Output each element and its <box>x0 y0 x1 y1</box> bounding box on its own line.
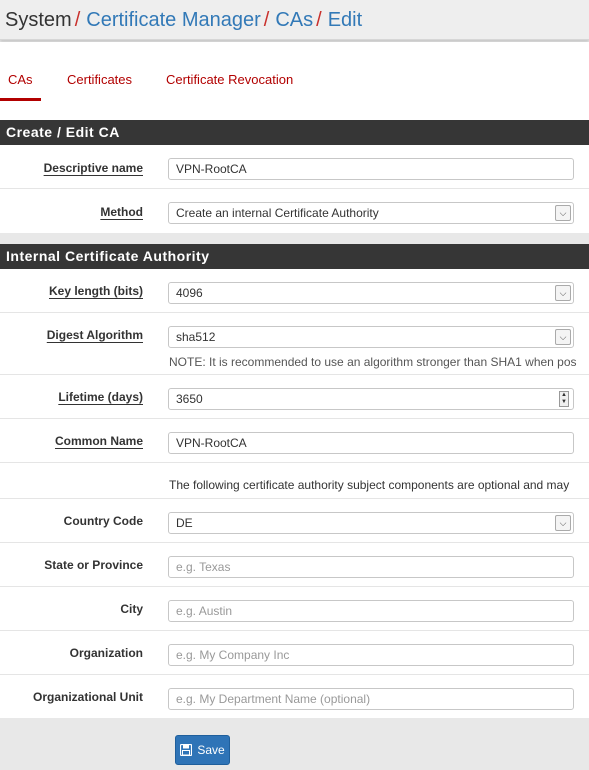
country-code-value: DE <box>176 516 193 530</box>
lifetime-value: 3650 <box>176 392 203 406</box>
panel-internal-ca: Key length (bits) 4096 ⌵ Digest Algorith… <box>0 269 589 718</box>
form-row-organizational-unit: Organizational Unit e.g. My Department N… <box>0 675 589 718</box>
breadcrumb: System / Certificate Manager / CAs / Edit <box>0 0 589 40</box>
form-row-method: Method Create an internal Certificate Au… <box>0 189 589 233</box>
organizational-unit-input[interactable]: e.g. My Department Name (optional) <box>168 688 574 710</box>
city-input[interactable]: e.g. Austin <box>168 600 574 622</box>
tab-certificates[interactable]: Certificates <box>67 72 132 87</box>
subject-components-note: The following certificate authority subj… <box>169 478 570 492</box>
method-label: Method <box>100 205 143 219</box>
breadcrumb-separator: / <box>316 9 322 31</box>
organizational-unit-label: Organizational Unit <box>32 690 143 704</box>
key-length-label: Key length (bits) <box>48 284 143 298</box>
organization-label: Organization <box>69 646 143 660</box>
tab-cas[interactable]: CAs <box>0 72 40 101</box>
descriptive-name-input[interactable]: VPN-RootCA <box>168 158 574 180</box>
panel-heading-internal-ca: Internal Certificate Authority <box>0 244 589 269</box>
descriptive-name-label: Descriptive name <box>43 161 143 175</box>
form-row-state: State or Province e.g. Texas <box>0 543 589 587</box>
breadcrumb-separator: / <box>263 9 270 31</box>
city-label: City <box>120 602 143 616</box>
save-icon <box>180 744 193 756</box>
form-row-subject-note: The following certificate authority subj… <box>0 463 589 499</box>
tab-certificate-revocation[interactable]: Certificate Revocation <box>166 72 293 87</box>
breadcrumb-edit[interactable]: Edit <box>328 9 362 31</box>
method-select-value: Create an internal Certificate Authority <box>176 206 379 220</box>
form-row-organization: Organization e.g. My Company Inc <box>0 631 589 675</box>
chevron-down-icon: ⌵ <box>555 515 571 531</box>
panel-heading-create-edit-ca: Create / Edit CA <box>0 120 589 145</box>
form-row-key-length: Key length (bits) 4096 ⌵ <box>0 269 589 313</box>
digest-algorithm-value: sha512 <box>176 330 216 344</box>
panel-create-edit-ca: Descriptive name VPN-RootCA Method Creat… <box>0 145 589 233</box>
chevron-down-icon: ⌵ <box>555 285 571 301</box>
digest-algorithm-select[interactable]: sha512 ⌵ <box>168 326 574 348</box>
organization-input[interactable]: e.g. My Company Inc <box>168 644 574 666</box>
key-length-value: 4096 <box>176 286 203 300</box>
save-button-label: Save <box>197 743 225 757</box>
breadcrumb-separator: / <box>74 9 81 31</box>
digest-algorithm-label: Digest Algorithm <box>46 328 143 342</box>
lifetime-label: Lifetime (days) <box>58 390 143 404</box>
form-row-country-code: Country Code DE ⌵ <box>0 499 589 543</box>
common-name-input[interactable]: VPN-RootCA <box>168 432 574 454</box>
breadcrumb-root: System <box>5 9 72 31</box>
common-name-label: Common Name <box>54 434 143 448</box>
form-row-city: City e.g. Austin <box>0 587 589 631</box>
chevron-down-icon: ⌵ <box>555 329 571 345</box>
form-row-descriptive-name: Descriptive name VPN-RootCA <box>0 145 589 189</box>
tab-bar: CAs Certificates Certificate Revocation <box>0 42 589 120</box>
country-code-label: Country Code <box>63 514 143 528</box>
breadcrumb-certificate-manager[interactable]: Certificate Manager <box>86 9 261 31</box>
chevron-down-icon: ⌵ <box>555 205 571 221</box>
save-button[interactable]: Save <box>175 735 230 765</box>
form-row-digest-algorithm: Digest Algorithm sha512 ⌵ NOTE: It is re… <box>0 313 589 375</box>
method-select[interactable]: Create an internal Certificate Authority… <box>168 202 574 224</box>
breadcrumb-cas[interactable]: CAs <box>275 9 313 31</box>
digest-algorithm-help: NOTE: It is recommended to use an algori… <box>169 355 577 369</box>
country-code-select[interactable]: DE ⌵ <box>168 512 574 534</box>
key-length-select[interactable]: 4096 ⌵ <box>168 282 574 304</box>
state-label: State or Province <box>44 558 143 572</box>
spinner-arrows-icon[interactable]: ▲ ▼ <box>559 391 569 407</box>
state-input[interactable]: e.g. Texas <box>168 556 574 578</box>
lifetime-input[interactable]: 3650 ▲ ▼ <box>168 388 574 410</box>
form-row-lifetime: Lifetime (days) 3650 ▲ ▼ <box>0 375 589 419</box>
form-row-common-name: Common Name VPN-RootCA <box>0 419 589 463</box>
